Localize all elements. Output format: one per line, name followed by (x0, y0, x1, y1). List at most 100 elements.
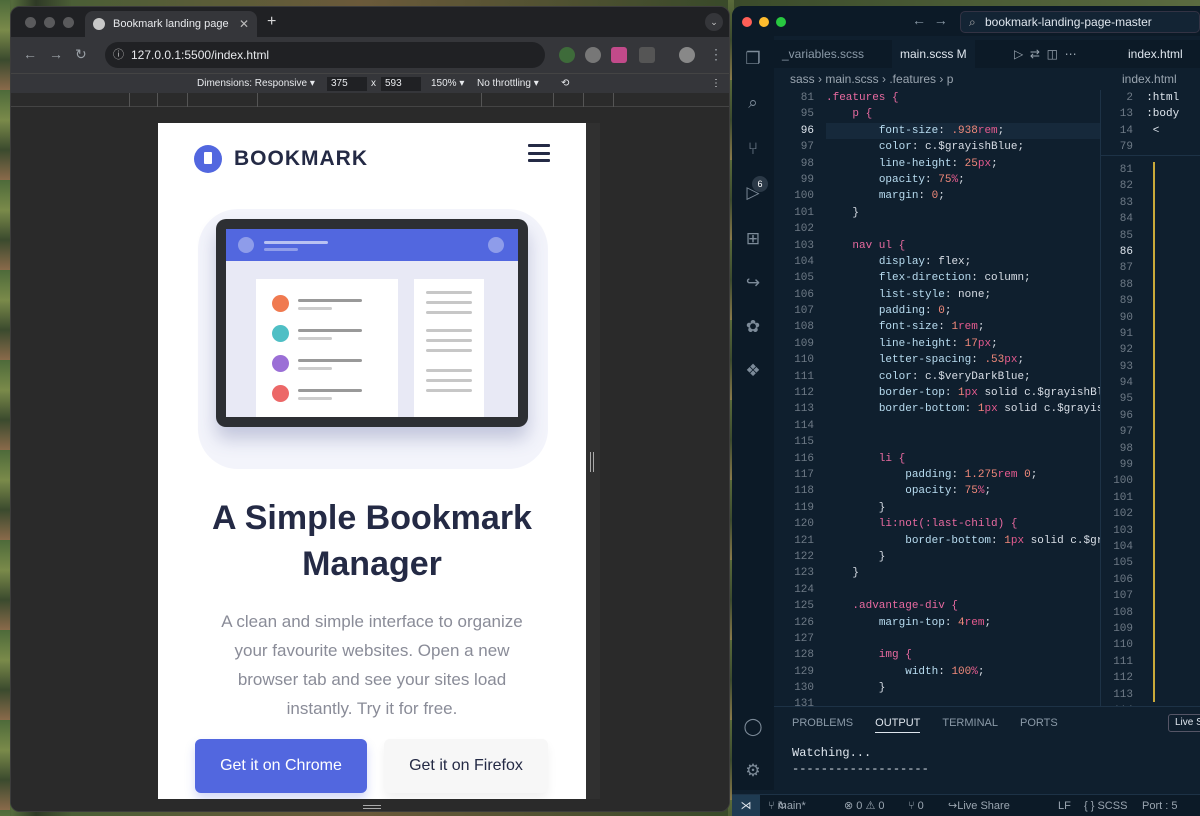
close-tab-icon[interactable]: ✕ (239, 17, 249, 31)
code-line: .features { (826, 92, 899, 104)
line-number: 111 (794, 370, 814, 383)
remote-icon[interactable]: ⋊ (732, 795, 760, 816)
hero-title: A Simple Bookmark Manager (212, 499, 532, 583)
viewport-width-input[interactable]: 375 (327, 77, 367, 91)
rotate-icon[interactable]: ⟲ (561, 78, 569, 89)
vscode-minimize-button[interactable] (759, 17, 769, 27)
problems-status[interactable]: ⊗ 0 ⚠ 0 (844, 795, 884, 816)
extension-circle-icon[interactable] (585, 47, 601, 63)
split-line-number: 95 (1119, 393, 1133, 406)
minimize-window-button[interactable] (44, 17, 55, 28)
extensions-puzzle-icon[interactable] (639, 47, 655, 63)
site-info-icon[interactable]: ⓘ (113, 42, 124, 68)
line-number: 96 (800, 124, 814, 137)
split-line-number: 93 (1119, 360, 1133, 373)
explorer-icon[interactable]: ❐ (742, 48, 764, 70)
eol-status[interactable]: LF (1058, 795, 1071, 816)
line-number: 131 (794, 698, 814, 706)
tab-main-scss[interactable]: main.scss M (892, 40, 975, 68)
split-breadcrumb[interactable]: index.html (1122, 68, 1177, 90)
tab-variables-scss[interactable]: _variables.scss (774, 40, 872, 68)
split-line-number: 94 (1119, 377, 1133, 390)
throttling-dropdown[interactable]: No throttling ▾ (477, 78, 539, 89)
browser-tab[interactable]: Bookmark landing page ✕ (85, 11, 257, 37)
vscode-maximize-button[interactable] (776, 17, 786, 27)
live-share-label: Live Share (957, 800, 1010, 812)
reload-icon[interactable]: ↻ (75, 46, 87, 63)
split-editor-index-html[interactable]: 2 :html 13 :body 14 < 79 81 82 83 84 85 86 87 88 89… (1100, 90, 1200, 717)
line-number: 105 (794, 272, 814, 285)
split-line-number: 104 (1113, 540, 1133, 553)
search-icon[interactable]: ⌕ (742, 92, 764, 114)
code-line: } (826, 550, 886, 563)
figma-icon[interactable]: ❖ (742, 360, 764, 382)
tab-index-html[interactable]: index.html (1120, 40, 1191, 68)
line-number: 118 (794, 485, 814, 498)
line-number: 115 (794, 436, 814, 449)
panel-tab-terminal[interactable]: TERMINAL (942, 717, 998, 733)
language-status[interactable]: { } SCSS (1084, 795, 1127, 816)
address-url: 127.0.0.1:5500/index.html (131, 48, 270, 62)
panel-tab-problems[interactable]: PROBLEMS (792, 717, 853, 733)
line-number: 99 (800, 173, 814, 186)
split-line-number: 101 (1113, 491, 1133, 504)
hamburger-menu-icon[interactable] (528, 144, 550, 162)
split-line-number: 82 (1119, 180, 1133, 193)
profile-avatar-icon[interactable] (679, 47, 695, 63)
live-share-icon[interactable]: ↪ (742, 272, 764, 294)
code-line: padding: 0; (878, 305, 952, 318)
tab-search-icon[interactable]: ⌄ (705, 13, 723, 31)
zoom-dropdown[interactable]: 150% ▾ (431, 78, 464, 89)
branch-name: main* (777, 800, 806, 812)
close-window-button[interactable] (25, 17, 36, 28)
run-icon[interactable]: ▷ ⇄ ◫ ⋯ (1006, 40, 1085, 68)
settings-gear-icon[interactable]: ⚙ (742, 760, 764, 782)
extensions-icon[interactable]: ⊞ (742, 228, 764, 250)
get-chrome-button[interactable]: Get it on Chrome (195, 739, 367, 793)
viewport-height-input[interactable]: 593 (381, 77, 421, 91)
extension-color-icon[interactable] (611, 47, 627, 63)
forward-icon[interactable]: → (49, 46, 63, 62)
browser-menu-icon[interactable]: ⋮ (709, 46, 723, 63)
site-logo[interactable]: BOOKMARK (194, 145, 368, 173)
code-line: } (826, 567, 860, 580)
branch-status[interactable]: ⑂ main* ↻ (768, 795, 806, 816)
resize-height-handle[interactable] (363, 805, 381, 809)
split-line-number: 97 (1119, 426, 1133, 439)
line-numbers: 81 95 96 97 98 99 100 101 102 103 104 105 106 107 108 1… (774, 90, 814, 706)
live-sass-button[interactable]: Live S (1168, 714, 1200, 732)
extension-tree-icon[interactable] (559, 47, 575, 63)
split-line-number: 112 (1113, 672, 1133, 685)
code-editor[interactable]: 81 95 96 97 98 99 100 101 102 103 104 105 106 107 108 1… (774, 90, 1100, 706)
split-line-number: 113 (1113, 688, 1133, 701)
port-status[interactable]: Port : 5 (1142, 795, 1177, 816)
source-control-icon[interactable]: ⑂ (742, 138, 764, 160)
split-line-number: 91 (1119, 327, 1133, 340)
new-tab-icon[interactable]: + (267, 13, 276, 31)
get-firefox-button[interactable]: Get it on Firefox (384, 739, 548, 793)
device-toolbar-menu-icon[interactable]: ⋮ (711, 78, 721, 89)
line-number: 109 (794, 337, 814, 350)
panel-tab-output[interactable]: OUTPUT (875, 717, 921, 733)
resize-width-handle[interactable] (590, 452, 594, 472)
throttling-label: No throttling (477, 78, 531, 89)
ports-status[interactable]: ⑂ 0 (908, 795, 924, 816)
maximize-window-button[interactable] (63, 17, 74, 28)
code-line: .advantage-div { (826, 600, 959, 613)
run-debug-icon[interactable]: ▷ (742, 182, 764, 204)
code-line: list-style: none; (878, 288, 992, 301)
browser-tab-title: Bookmark landing page (113, 18, 229, 30)
line-number: 130 (794, 682, 814, 695)
panel-tab-ports[interactable]: PORTS (1020, 717, 1058, 733)
command-center-search[interactable]: bookmark-landing-page-master (960, 11, 1200, 33)
account-icon[interactable]: ◯ (742, 716, 764, 738)
live-share-status[interactable]: ↪ Live Share (948, 795, 1010, 816)
paw-icon[interactable]: ✿ (742, 316, 764, 338)
back-icon[interactable]: ← (23, 46, 37, 62)
vscode-close-button[interactable] (742, 17, 752, 27)
dimensions-dropdown[interactable]: Dimensions: Responsive ▾ (197, 78, 315, 89)
code-line: opacity: 75%; (905, 485, 992, 498)
vscode-nav-arrows[interactable]: ← → (912, 12, 948, 28)
address-bar[interactable]: ⓘ 127.0.0.1:5500/index.html ☆ (105, 42, 625, 68)
